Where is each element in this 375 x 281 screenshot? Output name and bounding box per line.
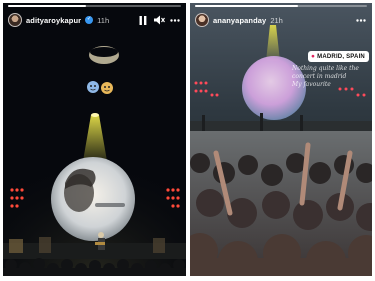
more-icon[interactable] — [355, 14, 367, 26]
location-sticker[interactable]: ● MADRID, SPAIN — [308, 51, 369, 62]
mute-icon[interactable] — [153, 14, 165, 26]
story-progress-bar — [195, 5, 367, 7]
caption-line: My favourite — [292, 81, 331, 88]
caption-line: concert in madrid — [292, 73, 347, 80]
concert-stage-photo — [3, 3, 186, 276]
pause-icon[interactable] — [137, 14, 149, 26]
location-pin-icon: ● — [311, 53, 316, 60]
story-card-adityaroykapur[interactable]: adityaroykapur ✓ 11h — [3, 3, 186, 276]
story-timestamp: 11h — [97, 15, 110, 25]
story-caption: Nothing quite like the concert in madrid… — [292, 65, 370, 89]
verified-badge-icon: ✓ — [85, 16, 94, 24]
more-icon[interactable] — [169, 14, 181, 26]
story-progress-fill — [8, 5, 86, 7]
story-header: ananyapanday 21h — [195, 10, 367, 30]
story-header: adityaroykapur ✓ 11h — [8, 10, 181, 30]
story-timestamp: 21h — [270, 15, 283, 25]
avatar[interactable] — [195, 13, 209, 27]
location-label: MADRID, SPAIN — [317, 53, 365, 60]
caption-line: Nothing quite like the — [292, 65, 359, 72]
avatar[interactable] — [8, 13, 22, 27]
story-username[interactable]: ananyapanday — [213, 16, 266, 25]
story-username[interactable]: adityaroykapur — [26, 16, 81, 25]
story-progress-bar — [8, 5, 181, 7]
story-progress-fill — [195, 5, 299, 7]
concert-crowd-photo — [190, 3, 372, 276]
story-card-ananyapanday[interactable]: ananyapanday 21h ● MADRID, SPAIN Nothing… — [190, 3, 372, 276]
